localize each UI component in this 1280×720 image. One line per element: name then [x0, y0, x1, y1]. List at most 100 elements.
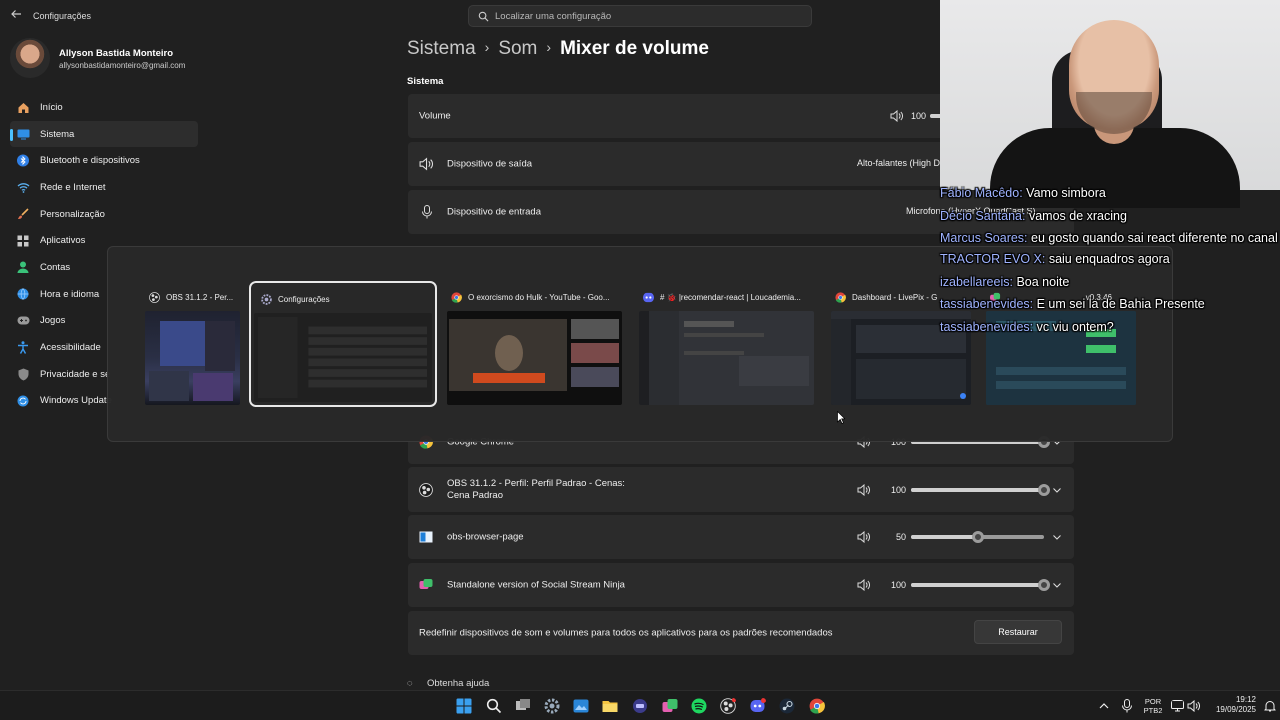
speaker-icon[interactable] [857, 531, 870, 543]
avatar [10, 38, 50, 78]
chat-username: tassiabenevides: [940, 297, 1034, 311]
switcher-window-title: Dashboard - LivePix - G [852, 292, 938, 302]
profile-email: allysonbastidamonteiro@gmail.com [59, 61, 186, 70]
chat-text: eu gosto quando sai react diferente no c… [1031, 231, 1278, 245]
app-volume-slider[interactable] [911, 531, 1044, 543]
chevron-down-icon[interactable] [1052, 580, 1062, 590]
switcher-window-title: O exorcismo do Hulk - YouTube - Goo... [468, 292, 610, 302]
speaker-icon[interactable] [857, 484, 870, 496]
tile-header: # 🐞 |recomendar-react | Loucademia... [643, 291, 810, 303]
chevron-down-icon[interactable] [1052, 485, 1062, 495]
window-thumbnail [639, 311, 814, 405]
tile-header: OBS 31.1.2 - Per... [149, 291, 236, 303]
app-volume-slider[interactable] [911, 579, 1050, 591]
system-volume-value: 100 [910, 111, 926, 121]
help-icon: ◌ [407, 678, 413, 689]
breadcrumb: Sistema › Som › Mixer de volume [407, 38, 709, 60]
gamepad-icon [16, 314, 30, 328]
steam-icon[interactable] [779, 698, 795, 714]
chrome-icon[interactable] [809, 698, 825, 714]
sidebar-item-label: Sistema [40, 128, 75, 140]
reset-description: Redefinir dispositivos de som e volumes … [419, 627, 833, 639]
user-profile[interactable]: Allyson Bastida Monteiro allysonbastidam… [10, 38, 210, 80]
sidebar-item-personalizacao[interactable]: Personalização [10, 201, 198, 228]
app-card-social-stream: Standalone version of Social Stream Ninj… [408, 563, 1074, 607]
volume-label: Volume [419, 110, 451, 122]
sidebar-item-label: Contas [40, 261, 71, 273]
sidebar-item-bluetooth[interactable]: Bluetooth e dispositivos [10, 147, 198, 174]
app-volume-value: 100 [890, 580, 906, 590]
switcher-window-obs[interactable]: OBS 31.1.2 - Per... [145, 281, 240, 407]
app-title: Configurações [33, 11, 92, 21]
file-explorer-icon[interactable] [602, 698, 618, 714]
back-arrow-icon[interactable] [8, 8, 24, 24]
social-stream-icon[interactable] [662, 698, 678, 714]
notification-bell-icon[interactable] [1264, 700, 1276, 712]
breadcrumb-som[interactable]: Som [498, 38, 537, 59]
slider-track [911, 583, 1044, 587]
windows-start-icon[interactable] [456, 698, 472, 714]
settings-icon[interactable] [544, 698, 560, 714]
search-box[interactable] [468, 5, 812, 27]
bluetooth-icon [16, 154, 30, 168]
app-icon[interactable] [632, 698, 648, 714]
restore-button[interactable]: Restaurar [974, 620, 1062, 644]
chat-text: Vamo simbora [1026, 186, 1106, 200]
chat-text: vc viu ontem? [1036, 319, 1114, 334]
window-thumbnail [145, 311, 240, 405]
brush-icon [16, 207, 30, 221]
switcher-window-settings[interactable]: Configurações [249, 281, 437, 407]
chat-username: TRACTOR EVO X: [940, 252, 1046, 266]
tile-header: O exorcismo do Hulk - YouTube - Goo... [451, 291, 618, 303]
microphone-icon [422, 205, 432, 219]
obs-icon [419, 482, 433, 497]
help-link[interactable]: ◌ Obtenha ajuda [407, 678, 489, 689]
microphone-icon[interactable] [1121, 699, 1133, 713]
slider-track [911, 535, 978, 539]
switcher-window-discord[interactable]: # 🐞 |recomendar-react | Loucademia... [639, 281, 814, 407]
account-icon [16, 260, 30, 274]
switcher-window-title: Configurações [278, 294, 330, 304]
chat-text: Boa noite [1016, 274, 1070, 289]
search-icon[interactable] [486, 698, 502, 714]
output-device-label: Dispositivo de saída [447, 158, 533, 170]
sidebar-item-inicio[interactable]: Início [10, 94, 198, 121]
chevron-up-icon[interactable] [1098, 700, 1110, 712]
chevron-down-icon[interactable] [1052, 532, 1062, 542]
task-view-icon[interactable] [515, 698, 531, 714]
sidebar-item-label: Privacidade e se [40, 368, 111, 380]
slider-thumb[interactable] [1038, 484, 1050, 496]
speaker-icon[interactable] [857, 579, 870, 591]
keyboard-language[interactable]: POR PTB2 [1140, 697, 1166, 715]
app-volume-slider[interactable] [911, 484, 1050, 496]
app-volume-value: 50 [895, 532, 906, 542]
chat-message: tassiabenevides: vc viu ontem? [940, 320, 1280, 335]
apps-icon [16, 234, 30, 248]
photos-icon[interactable] [573, 698, 589, 714]
network-icon[interactable] [1171, 700, 1184, 712]
chat-username: tassiabenevides: [940, 319, 1034, 334]
slider-thumb[interactable] [971, 531, 984, 543]
volume-icon[interactable] [1187, 700, 1200, 712]
switcher-window-youtube[interactable]: O exorcismo do Hulk - YouTube - Goo... [447, 281, 622, 407]
chat-username: izabellareeis: [940, 274, 1013, 289]
breadcrumb-sistema[interactable]: Sistema [407, 38, 476, 59]
output-device-dropdown[interactable]: Alto-falantes (High D [857, 158, 940, 168]
stream-chat-overlay: Fábio Macêdo: Vamo simbora Décio Santana… [940, 186, 1280, 342]
sidebar-item-rede[interactable]: Rede e Internet [10, 174, 198, 201]
slider-thumb[interactable] [1038, 579, 1050, 591]
system-icon [16, 127, 30, 141]
profile-name: Allyson Bastida Monteiro [59, 48, 174, 59]
sidebar-item-label: Bluetooth e dispositivos [40, 155, 140, 167]
home-icon [16, 100, 30, 114]
discord-icon[interactable] [750, 698, 766, 714]
slider-track [911, 488, 1044, 492]
search-input[interactable] [495, 9, 795, 23]
chat-message: Fábio Macêdo: Vamo simbora [940, 186, 1280, 201]
app-volume-value: 100 [890, 485, 906, 495]
spotify-icon[interactable] [691, 698, 707, 714]
sidebar-item-sistema[interactable]: Sistema [10, 120, 198, 148]
clock[interactable]: 19:12 19/09/2025 [1206, 695, 1256, 715]
obs-icon[interactable] [720, 698, 736, 714]
speaker-icon[interactable] [890, 110, 903, 122]
